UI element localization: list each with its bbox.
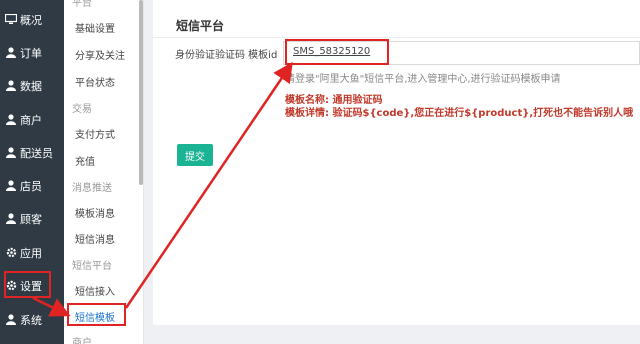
arrow-submenu-to-input bbox=[124, 61, 293, 309]
arrow-settings-to-submenu bbox=[32, 296, 71, 317]
app-window: 概况 订单 数据 商户 配送员 店员 顾客 应用 设置 系统 平台 基础设置 分… bbox=[0, 0, 640, 344]
annotation-arrows bbox=[32, 61, 293, 317]
